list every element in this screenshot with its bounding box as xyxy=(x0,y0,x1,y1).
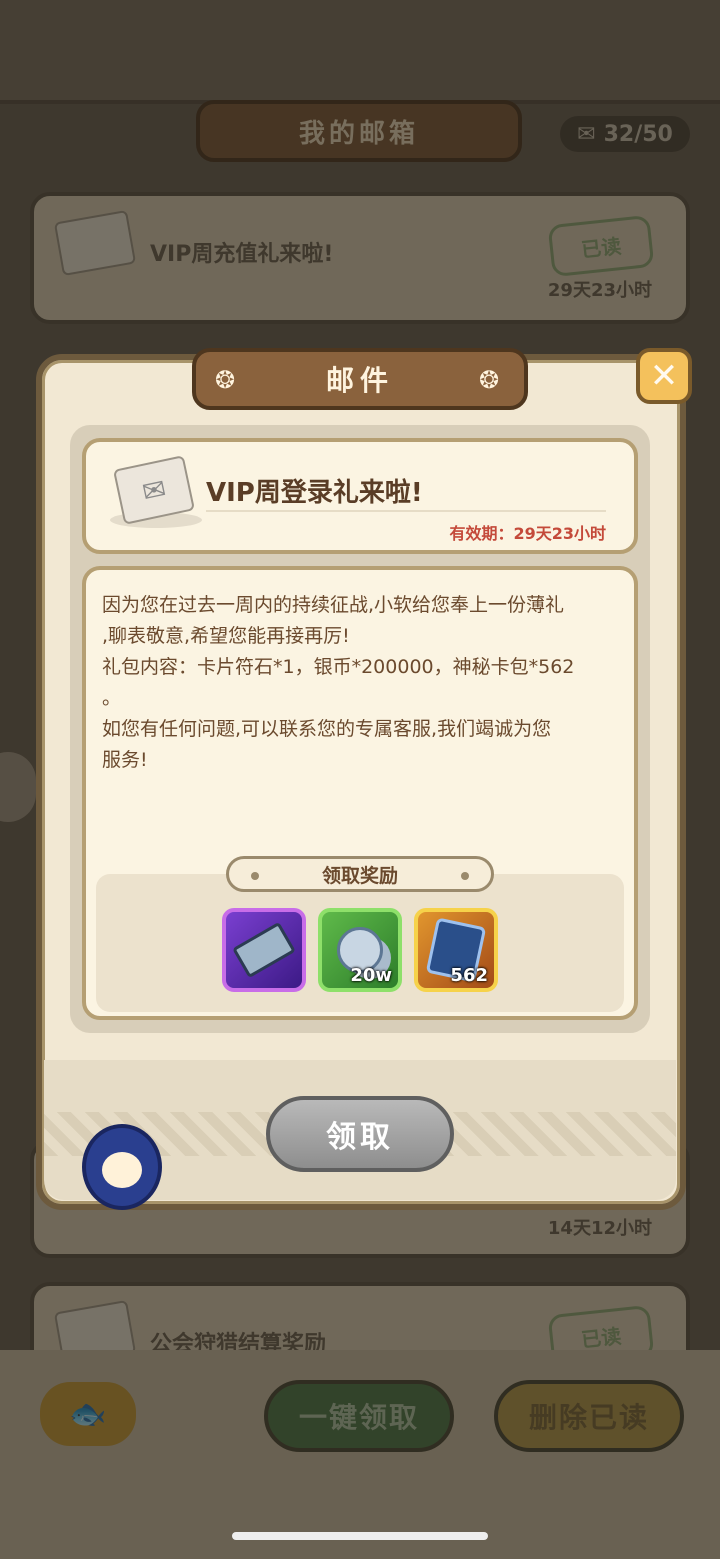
reward-qty: 20w xyxy=(350,965,392,986)
home-indicator[interactable] xyxy=(232,1532,488,1540)
reward-item-rune-stone[interactable] xyxy=(222,908,306,992)
body-line: 如您有任何问题,可以联系您的专属客服,我们竭诚为您 xyxy=(102,718,552,740)
mail-item[interactable]: VIP周充值礼来啦! 已读 29天23小时 xyxy=(30,192,690,324)
envelope-icon: ✉ xyxy=(577,121,596,147)
body-line: 。 xyxy=(102,687,122,709)
dialog-title: ❂ 邮件 ❂ xyxy=(192,348,528,410)
divider xyxy=(206,510,606,512)
validity-text: 有效期：29天23小时 xyxy=(449,524,606,543)
side-tab[interactable] xyxy=(0,752,36,822)
mail-count: ✉ 32/50 xyxy=(560,116,690,152)
read-stamp: 已读 xyxy=(547,214,655,278)
dot-icon xyxy=(461,872,469,880)
mail-time: 29天23小时 xyxy=(547,280,652,301)
reward-qty: 562 xyxy=(450,965,488,986)
delete-read-button[interactable]: 删除已读 xyxy=(494,1380,684,1452)
body-line: 因为您在过去一周内的持续征战,小软给您奉上一份薄礼 xyxy=(102,594,565,616)
close-button[interactable]: ✕ xyxy=(636,348,692,404)
mailbox-title: 我的邮箱 xyxy=(196,100,522,162)
claim-all-button[interactable]: 一键领取 xyxy=(264,1380,454,1452)
reward-label: 领取奖励 xyxy=(226,856,494,892)
rune-stone-icon xyxy=(232,921,296,979)
dialog-title-text: 邮件 xyxy=(325,364,394,397)
dot-icon xyxy=(251,872,259,880)
mail-body: 因为您在过去一周内的持续征战,小软给您奉上一份薄礼 ,聊表敬意,希望您能再接再厉… xyxy=(102,590,622,776)
top-band xyxy=(0,0,720,104)
envelope-icon xyxy=(53,209,137,277)
body-line: 服务! xyxy=(102,749,148,771)
fish-bone-icon[interactable]: 🐟 xyxy=(40,1382,136,1446)
mail-time: 14天12小时 xyxy=(547,1218,652,1239)
reward-item-card-pack[interactable]: 562 xyxy=(414,908,498,992)
claim-button[interactable]: 领取 xyxy=(266,1096,454,1172)
mail-count-value: 32/50 xyxy=(603,121,673,147)
avatar-face xyxy=(102,1152,142,1188)
body-line: 礼包内容：卡片符石*1，银币*200000，神秘卡包*562 xyxy=(102,656,575,678)
swirl-icon: ❂ xyxy=(214,366,242,394)
reward-item-silver-coin[interactable]: 20w xyxy=(318,908,402,992)
reward-label-text: 领取奖励 xyxy=(321,864,398,887)
mail-subject: VIP周登录礼来啦! xyxy=(206,478,423,508)
close-icon: ✕ xyxy=(649,356,679,396)
character-avatar xyxy=(82,1124,162,1210)
mail-title: VIP周充值礼来啦! xyxy=(150,242,334,267)
body-line: ,聊表敬意,希望您能再接再厉! xyxy=(102,625,350,647)
swirl-icon: ❂ xyxy=(478,366,506,394)
